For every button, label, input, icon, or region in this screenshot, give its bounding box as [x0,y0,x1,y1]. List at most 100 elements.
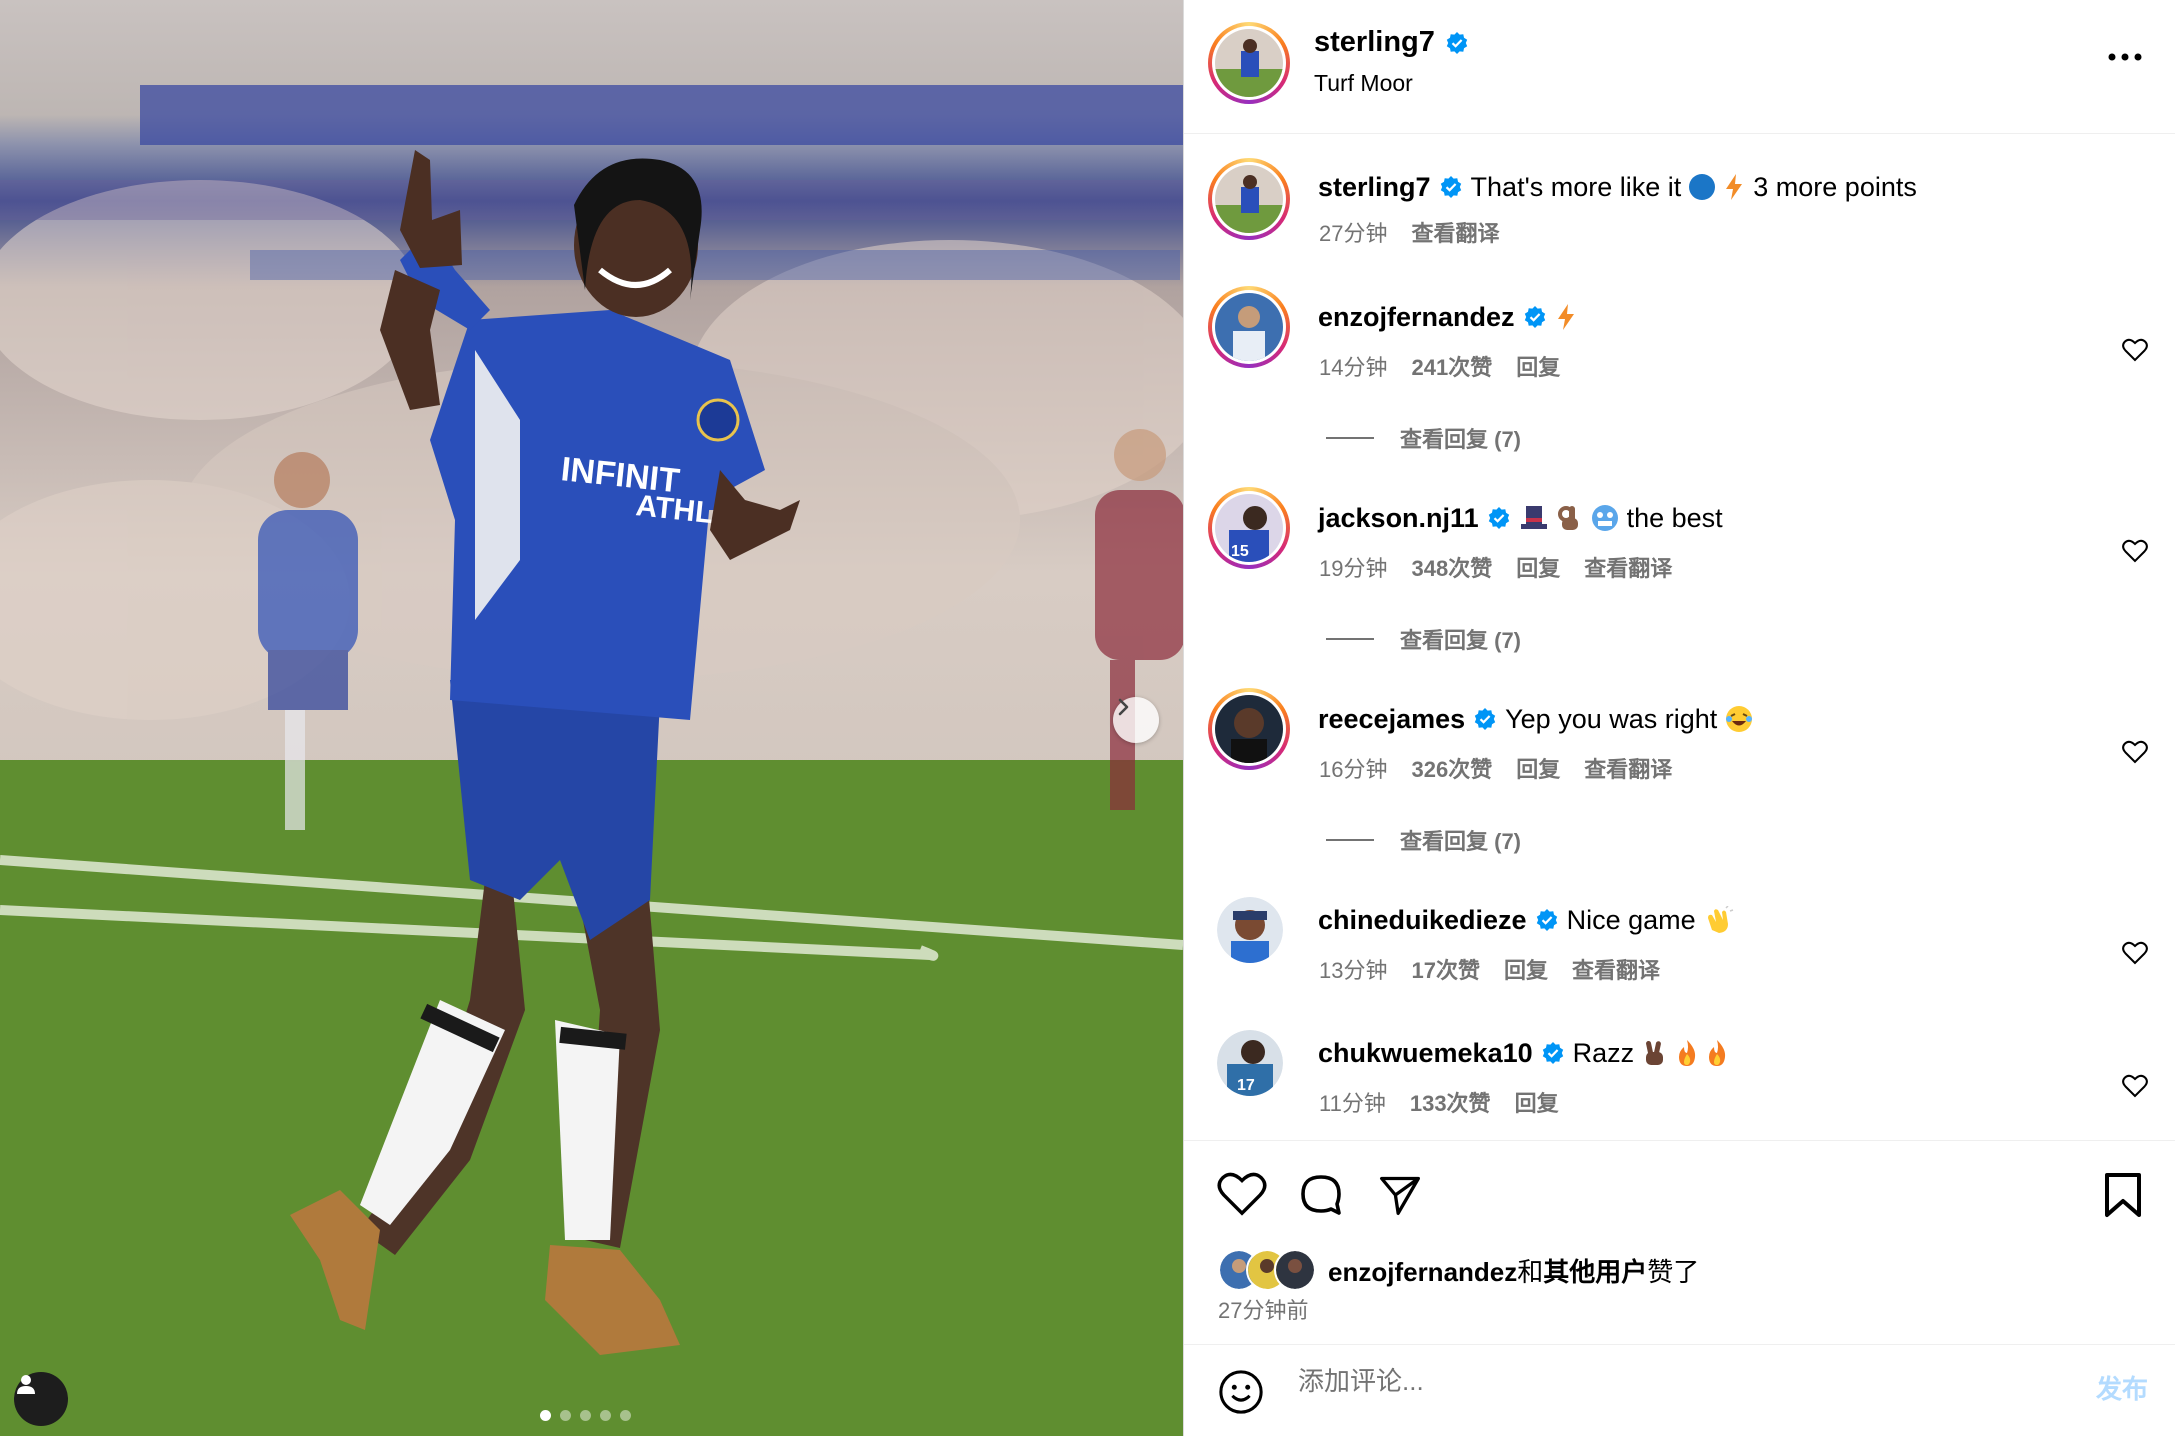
comment-text: Yep you was right [1505,704,1718,734]
verified-badge-icon [1440,176,1461,198]
comment-bubble-icon[interactable] [1297,1171,1345,1219]
commenter-avatar[interactable]: 17 [1217,1030,1283,1096]
avatar-image: 15 [1215,494,1283,562]
player-photo-illustration: INFINIT ATHLE [0,85,1183,1436]
comment-like-count[interactable]: 348次赞 [1411,551,1492,583]
author-username[interactable]: sterling7 [1314,26,1435,59]
emoji-picker-icon[interactable] [1218,1369,1264,1415]
comment-text: Razz [1572,1038,1635,1068]
comment-time: 13分钟 [1319,958,1388,983]
carousel-indicator [540,1410,631,1421]
heart-icon[interactable] [2122,1074,2148,1098]
comment-input[interactable] [1296,1365,2000,1398]
next-photo-button[interactable] [1113,697,1159,743]
comment-username[interactable]: chineduikedieze [1318,903,1527,937]
svg-text:15: 15 [1231,543,1249,560]
avatar-image [1215,293,1283,361]
fire-icon [1709,1040,1726,1066]
see-translation-link[interactable]: 查看翻译 [1584,551,1672,583]
verified-badge-icon [1542,1042,1563,1064]
reply-link[interactable]: 回复 [1516,752,1560,784]
view-replies-button[interactable]: 查看回复 (7) [1326,824,1521,856]
reply-link[interactable]: 回复 [1515,1086,1559,1118]
comment-like-count[interactable]: 241次赞 [1411,350,1492,382]
liked-by-others-link[interactable]: 其他用户 [1543,1257,1647,1287]
author-avatar[interactable] [1208,22,1290,104]
view-replies-label: 查看回复 (7) [1400,628,1522,653]
liker-username[interactable]: enzojfernandez [1328,1257,1517,1287]
caption-tail: 3 more points [1753,172,1917,202]
view-replies-button[interactable]: 查看回复 (7) [1326,623,1521,655]
bookmark-icon[interactable] [2103,1171,2143,1219]
divider [1326,839,1374,841]
commenter-avatar[interactable] [1217,897,1283,963]
heart-icon[interactable] [2122,941,2148,965]
heart-icon[interactable] [2122,740,2148,764]
divider [1326,638,1374,640]
comment-time: 19分钟 [1319,556,1388,581]
comment-time: 16分钟 [1319,757,1388,782]
add-comment-bar: 发布 [1184,1344,2175,1437]
comment-username[interactable]: sterling7 [1318,170,1431,204]
comment-username[interactable]: jackson.nj11 [1318,501,1479,535]
view-replies-label: 查看回复 (7) [1400,829,1522,854]
comment-like-count[interactable]: 133次赞 [1410,1086,1491,1118]
comment-text: the best [1626,503,1723,533]
lightning-icon [1726,174,1743,200]
clapping-hands-icon [1707,906,1733,933]
heart-icon[interactable] [2122,338,2148,362]
carousel-dot [580,1410,591,1421]
post-header: sterling7 Turf Moor [1184,0,2175,134]
post-location[interactable]: Turf Moor [1314,70,1413,97]
comment-like-count[interactable]: 17次赞 [1411,953,1479,985]
top-hat-icon [1520,506,1547,529]
post-comment-button[interactable]: 发布 [2096,1369,2148,1406]
svg-text:17: 17 [1237,1077,1255,1094]
post-photo: INFINIT ATHLE [0,0,1183,1436]
cold-face-icon [1591,505,1618,531]
view-replies-button[interactable]: 查看回复 (7) [1326,422,1521,454]
comment-username[interactable]: reecejames [1318,702,1465,736]
avatar-image [1215,695,1283,763]
comment-time: 27分钟 [1319,221,1388,246]
carousel-dot [600,1410,611,1421]
more-options-icon[interactable] [2107,52,2143,62]
tagged-users-button[interactable] [14,1372,68,1426]
reply-link[interactable]: 回复 [1504,953,1548,985]
victory-hand-icon [1646,1040,1664,1065]
comment-like-count[interactable]: 326次赞 [1411,752,1492,784]
commenter-avatar[interactable]: 15 [1208,487,1290,569]
verified-badge-icon [1536,909,1557,931]
avatar-image: 17 [1217,1030,1283,1096]
carousel-dot [540,1410,551,1421]
see-translation-link[interactable]: 查看翻译 [1411,216,1499,248]
chevron-right-icon [1118,698,1129,716]
avatar-image [1215,165,1283,233]
lightning-icon [1557,304,1574,330]
verified-badge-icon [1488,507,1509,529]
post-timestamp: 27分钟前 [1218,1298,1309,1323]
comment-text: Nice game [1566,905,1696,935]
liked-by-summary: enzojfernandez和其他用户赞了 [1218,1249,1699,1291]
heart-icon[interactable] [2122,539,2148,563]
view-replies-label: 查看回复 (7) [1400,427,1522,452]
caption-text: That's more like it [1470,172,1682,202]
see-translation-link[interactable]: 查看翻译 [1584,752,1672,784]
post-detail-panel: sterling7 Turf Moor sterling7 That's mor… [1183,0,2175,1436]
reply-link[interactable]: 回复 [1516,350,1560,382]
liker-avatar[interactable] [1274,1249,1316,1291]
laughing-face-icon [1726,706,1753,732]
see-translation-link[interactable]: 查看翻译 [1572,953,1660,985]
commenter-avatar[interactable] [1208,286,1290,368]
caption-avatar[interactable] [1208,158,1290,240]
commenter-avatar[interactable] [1208,688,1290,770]
carousel-dot [560,1410,571,1421]
comment-username[interactable]: enzojfernandez [1318,300,1515,334]
share-send-icon[interactable] [1377,1173,1423,1217]
verified-badge-icon [1524,306,1545,328]
liked-by-connector: 和 [1517,1256,1544,1287]
comment-username[interactable]: chukwuemeka10 [1318,1036,1533,1070]
avatar-image [1215,29,1283,97]
like-heart-icon[interactable] [1217,1171,1267,1217]
reply-link[interactable]: 回复 [1516,551,1560,583]
